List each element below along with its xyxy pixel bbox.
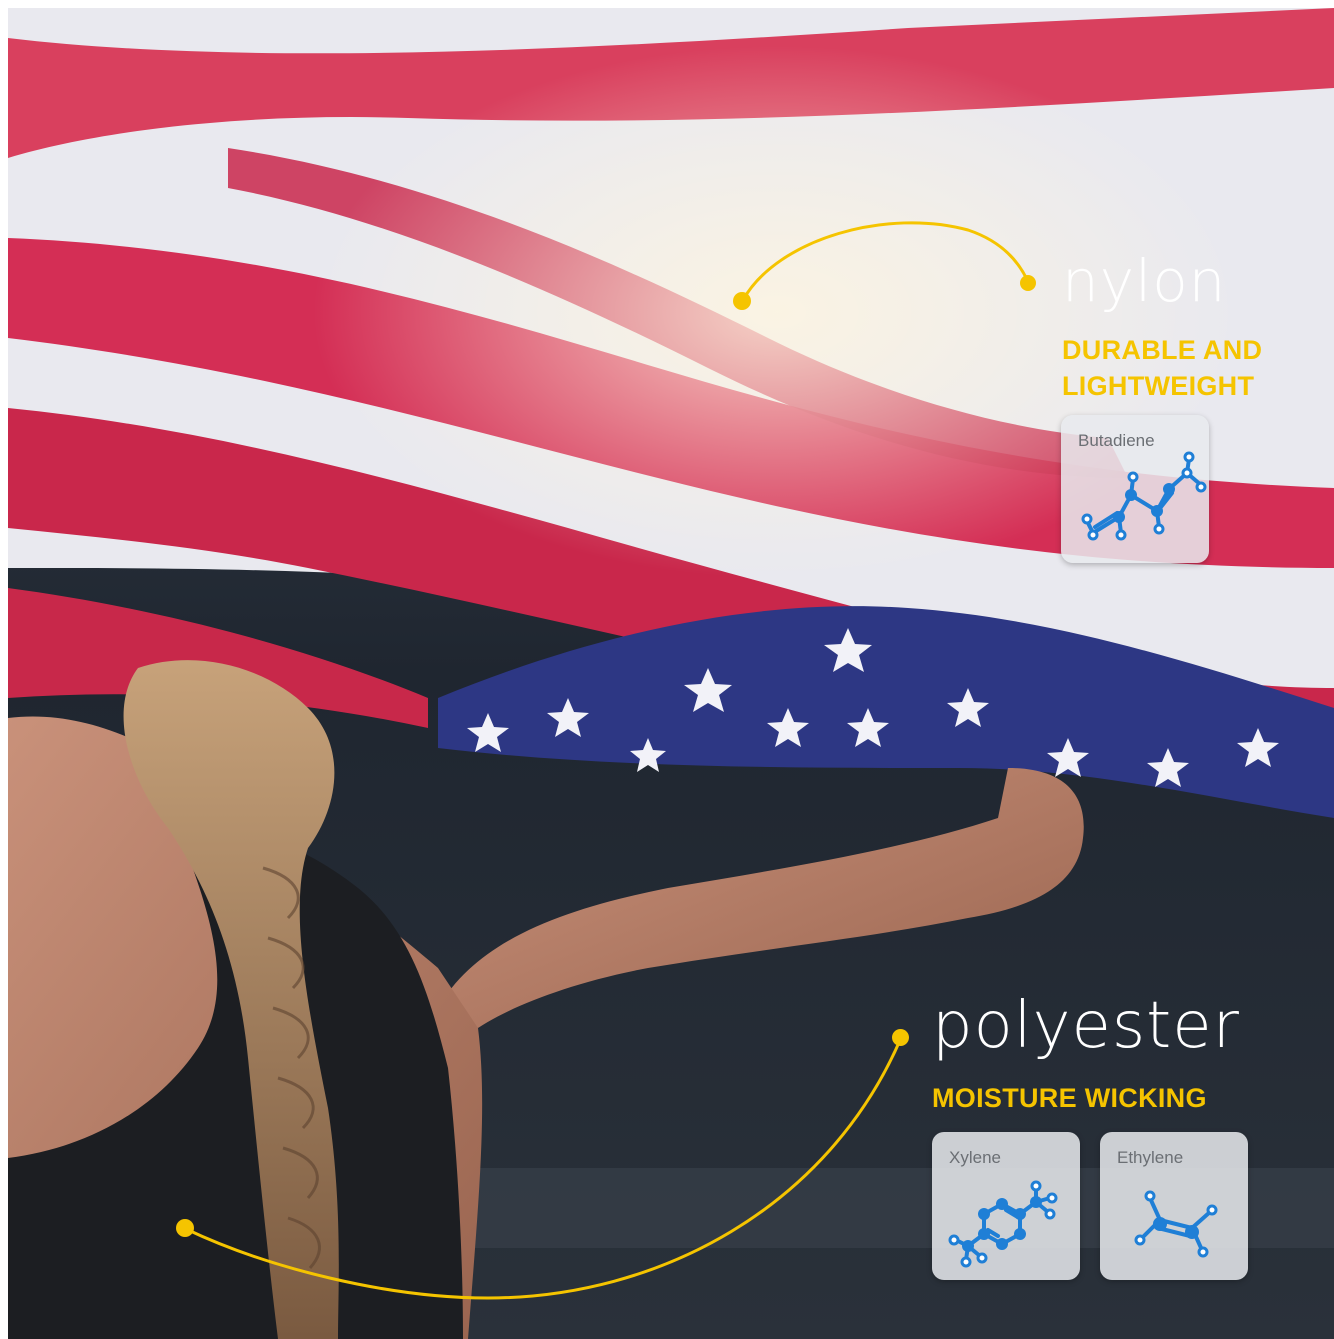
polyester-label-dot <box>892 1029 909 1046</box>
nylon-subtitle-line2: LIGHTWEIGHT <box>1062 371 1255 401</box>
polyester-block: polyester MOISTURE WICKING <box>932 994 1240 1116</box>
butadiene-molecule-icon <box>1081 451 1207 541</box>
hero-photo: nylon DURABLE AND LIGHTWEIGHT Butadiene <box>8 8 1334 1339</box>
nylon-marker-dot <box>733 292 751 310</box>
ethylene-molecule-icon <box>1134 1190 1218 1258</box>
xylene-card: Xylene <box>932 1132 1080 1280</box>
ethylene-card: Ethylene <box>1100 1132 1248 1280</box>
xylene-molecule-icon <box>948 1180 1058 1268</box>
polyester-marker-dot <box>176 1219 194 1237</box>
nylon-title: nylon <box>1062 247 1227 315</box>
polyester-title: polyester <box>932 989 1240 1063</box>
nylon-subtitle: DURABLE AND LIGHTWEIGHT <box>1062 332 1262 404</box>
polyester-subtitle: MOISTURE WICKING <box>932 1083 1207 1113</box>
butadiene-card: Butadiene <box>1061 415 1209 563</box>
nylon-subtitle-line1: DURABLE AND <box>1062 335 1263 365</box>
nylon-block: nylon DURABLE AND LIGHTWEIGHT <box>1062 252 1262 404</box>
nylon-label-dot <box>1020 275 1036 291</box>
